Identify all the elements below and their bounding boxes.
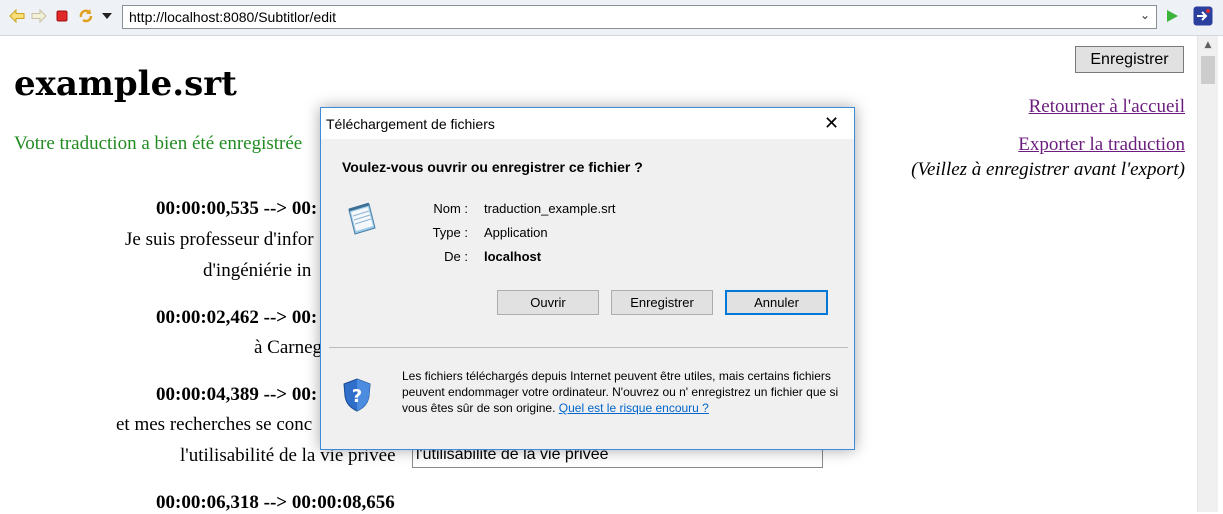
file-type-value: Application [484,225,548,240]
stop-icon[interactable] [53,7,71,25]
cancel-button[interactable]: Annuler [725,290,828,315]
file-source-label: De : [444,249,468,264]
notepad-file-icon [343,200,381,238]
subtitle-text: Je suis professeur d'infor [125,229,314,250]
open-button[interactable]: Ouvrir [497,290,599,315]
dialog-divider [329,347,848,348]
page-title: example.srt [14,64,237,104]
save-button[interactable]: Enregistrer [1075,46,1184,73]
download-dialog: Téléchargement de fichiers ✕ Voulez-vous… [320,107,855,450]
url-text: http://localhost:8080/Subtitlor/edit [129,9,337,25]
subtitle-timestamp: 00:00:02,462 --> 00: [156,307,318,328]
subtitle-timestamp: 00:00:00,535 --> 00: [156,198,318,219]
browser-toolbar: http://localhost:8080/Subtitlor/edit ⌄ [0,0,1223,36]
subtitle-timestamp: 00:00:06,318 --> 00:00:08,656 [156,492,395,513]
home-link[interactable]: Retourner à l'accueil [1029,96,1185,118]
save-file-button[interactable]: Enregistrer [611,290,713,315]
subtitle-timestamp: 00:00:04,389 --> 00: [156,384,318,405]
dialog-question: Voulez-vous ouvrir ou enregistrer ce fic… [342,159,643,175]
back-arrow-icon[interactable] [8,7,26,25]
file-source-value: localhost [484,249,542,264]
export-link[interactable]: Exporter la traduction [1018,134,1185,156]
page-scrollbar[interactable]: ▲ [1197,36,1218,512]
risk-info-link[interactable]: Quel est le risque encouru ? [559,401,709,415]
scrollbar-thumb[interactable] [1201,56,1215,84]
export-note: (Veillez à enregistrer avant l'export) [911,159,1185,180]
dropdown-icon[interactable] [98,7,116,25]
url-field[interactable]: http://localhost:8080/Subtitlor/edit ⌄ [122,5,1157,29]
dialog-titlebar: Téléchargement de fichiers ✕ [321,108,854,139]
close-icon[interactable]: ✕ [809,108,854,139]
dialog-warning-text: Les fichiers téléchargés depuis Internet… [402,368,840,416]
refresh-icon[interactable] [77,7,95,25]
file-name-label: Nom : [433,201,468,216]
chevron-down-icon[interactable]: ⌄ [1140,8,1150,22]
svg-text:?: ? [352,386,362,407]
scroll-up-icon[interactable]: ▲ [1198,36,1218,53]
browser-app-icon[interactable] [1193,6,1213,26]
file-name-value: traduction_example.srt [484,201,616,216]
subtitle-text: à Carneg [254,337,323,358]
file-type-label: Type : [432,225,468,240]
security-shield-icon: ? [342,378,372,412]
go-icon[interactable] [1163,7,1181,25]
dialog-title: Téléchargement de fichiers [326,116,495,132]
subtitle-text: et mes recherches se conc [116,414,313,435]
forward-arrow-icon[interactable] [30,7,48,25]
success-message: Votre traduction a bien été enregistrée [14,133,303,154]
subtitle-text: d'ingéniérie in [203,260,312,281]
